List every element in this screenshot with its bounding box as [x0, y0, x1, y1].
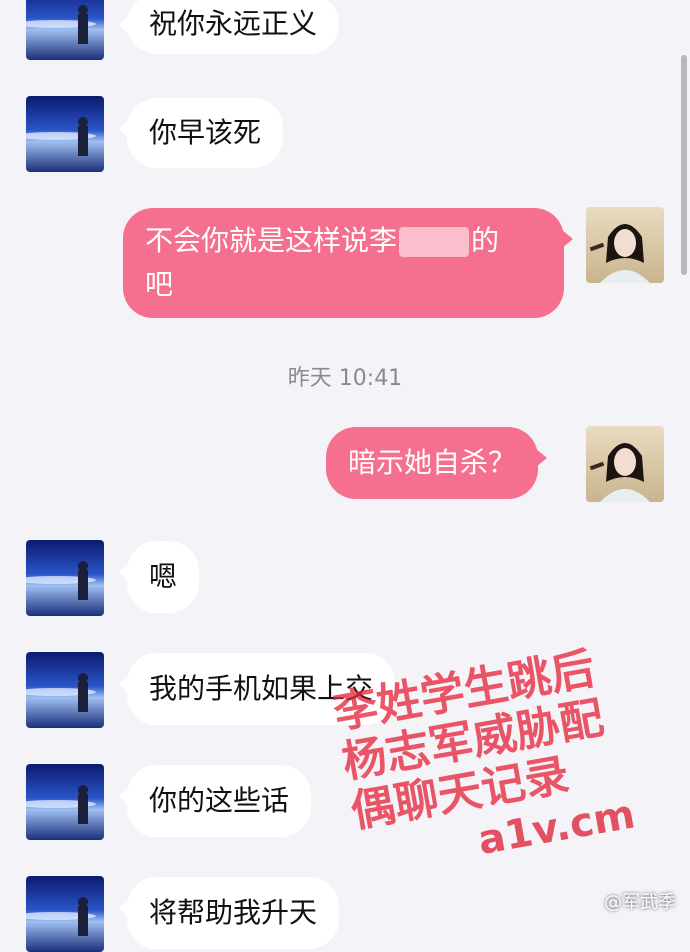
sea-scene-avatar-icon — [26, 876, 104, 952]
girl-portrait-avatar-icon — [586, 426, 664, 502]
contact-avatar[interactable] — [26, 540, 104, 616]
message-bubble-incoming[interactable]: 你早该死 — [117, 98, 284, 168]
contact-avatar[interactable] — [26, 96, 104, 172]
sea-scene-avatar-icon — [26, 96, 104, 172]
message-text: 你早该死 — [149, 116, 262, 149]
message-text: 暗示她自杀？ — [348, 446, 517, 479]
sea-scene-avatar-icon — [26, 764, 104, 840]
message-text: 祝你永远正义 — [149, 7, 318, 40]
message-text: 不会你就是这样说李 — [145, 224, 398, 257]
message-text: 吧 — [145, 268, 174, 301]
self-avatar[interactable] — [586, 207, 664, 283]
message-bubble-incoming[interactable]: 嗯 — [117, 541, 200, 613]
weibo-watermark: @军武季 — [604, 892, 676, 913]
message-bubble-incoming[interactable]: 你的这些话 — [117, 765, 312, 837]
message-timestamp: 昨天 10:41 — [287, 366, 403, 391]
message-text: 你的这些话 — [149, 784, 290, 817]
message-bubble-outgoing[interactable]: 不会你就是这样说李 的 吧 — [123, 208, 573, 318]
contact-avatar[interactable] — [26, 764, 104, 840]
message-bubble-incoming[interactable]: 将帮助我升天 — [117, 877, 340, 949]
message-bubble-outgoing[interactable]: 暗示她自杀？ — [326, 427, 548, 499]
sea-scene-avatar-icon — [26, 540, 104, 616]
contact-avatar[interactable] — [26, 876, 104, 952]
girl-portrait-avatar-icon — [586, 207, 664, 283]
contact-avatar[interactable] — [26, 0, 104, 60]
sea-scene-avatar-icon — [26, 652, 104, 728]
message-text: 将帮助我升天 — [149, 896, 318, 929]
self-avatar[interactable] — [586, 426, 664, 502]
redaction-mark — [399, 227, 470, 257]
message-text: 嗯 — [149, 560, 178, 593]
message-text: 的 — [471, 224, 500, 257]
contact-avatar[interactable] — [26, 652, 104, 728]
scrollbar-thumb[interactable] — [681, 55, 687, 275]
message-bubble-incoming[interactable]: 祝你永远正义 — [117, 0, 340, 54]
sea-scene-avatar-icon — [26, 0, 104, 60]
